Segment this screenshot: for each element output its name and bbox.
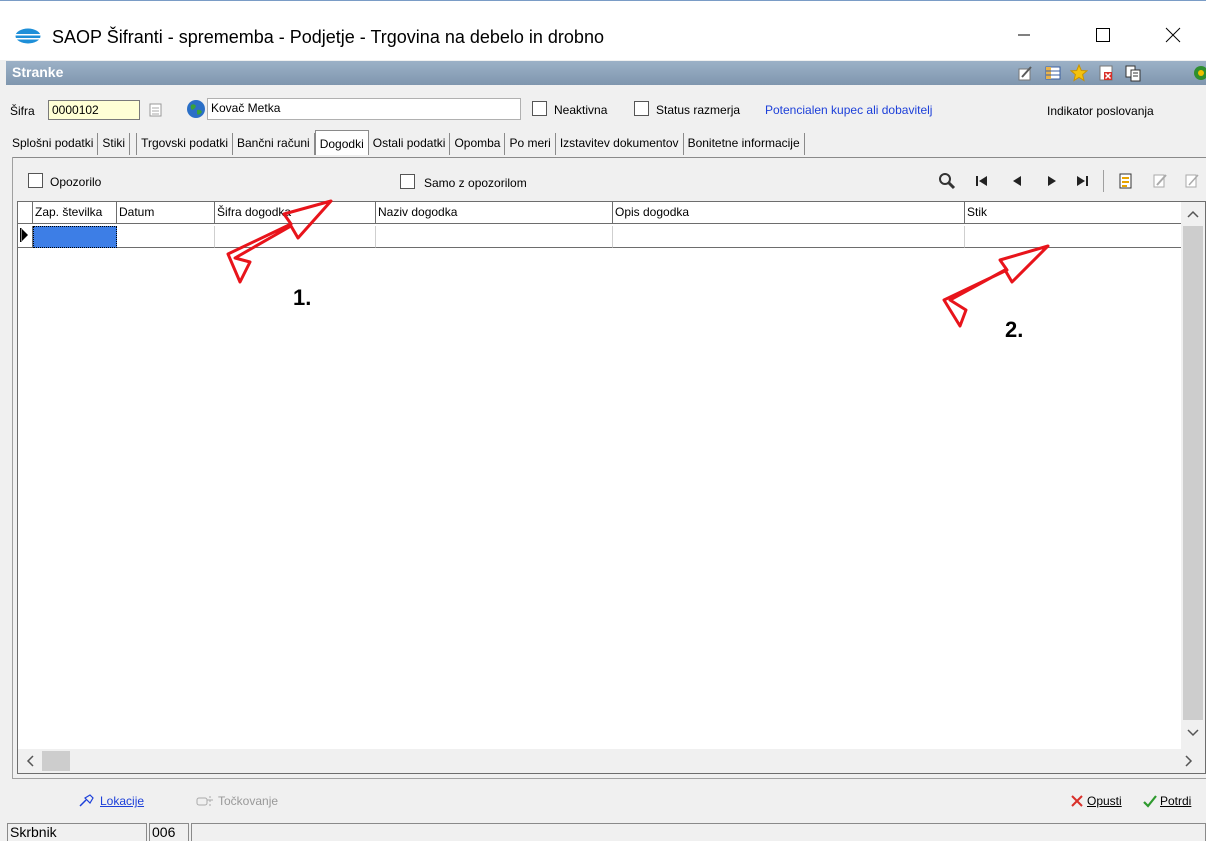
current-row-icon bbox=[20, 228, 28, 242]
indikator-poslovanja-label: Indikator poslovanja bbox=[1047, 104, 1154, 118]
opusti-button[interactable]: Opusti bbox=[1070, 794, 1122, 808]
grid-corner bbox=[18, 202, 33, 224]
section-header: Stranke bbox=[6, 61, 1206, 85]
close-button[interactable] bbox=[1150, 15, 1196, 55]
scroll-down-icon[interactable] bbox=[1187, 728, 1199, 738]
tabs-divider bbox=[12, 157, 1206, 158]
vertical-scrollbar[interactable] bbox=[1181, 202, 1205, 752]
maximize-button[interactable] bbox=[1080, 15, 1126, 55]
opozorilo-checkbox[interactable] bbox=[28, 173, 43, 188]
sifra-input[interactable]: 0000102 bbox=[48, 100, 140, 120]
tab-bonitetne-informacije[interactable]: Bonitetne informacije bbox=[684, 133, 805, 155]
tab-po-meri[interactable]: Po meri bbox=[505, 133, 556, 155]
column-header[interactable]: Opis dogodka bbox=[613, 202, 965, 224]
first-record-icon[interactable] bbox=[974, 174, 990, 188]
scroll-left-icon[interactable] bbox=[25, 755, 35, 767]
lokacije-button[interactable]: Lokacije bbox=[78, 794, 144, 808]
column-header[interactable]: Naziv dogodka bbox=[376, 202, 613, 224]
tab-ostali-podatki[interactable]: Ostali podatki bbox=[369, 133, 451, 155]
lookup-icon[interactable] bbox=[148, 102, 164, 118]
tockovanje-button[interactable]: Točkovanje bbox=[196, 794, 278, 808]
table-cell[interactable] bbox=[33, 226, 117, 248]
column-header[interactable]: Datum bbox=[117, 202, 215, 224]
status-razmerja-label: Status razmerja bbox=[656, 103, 741, 117]
table-cell[interactable] bbox=[376, 226, 613, 248]
checkmark-icon bbox=[1143, 795, 1157, 808]
samo-z-opozorilom-label: Samo z opozorilom bbox=[424, 176, 527, 190]
row-indicator[interactable] bbox=[18, 226, 33, 248]
tab-bancni-racuni[interactable]: Bančni računi bbox=[233, 133, 315, 155]
status-razmerja-checkbox[interactable] bbox=[634, 101, 649, 116]
tab-dogodki[interactable]: Dogodki bbox=[314, 130, 369, 155]
status-skrbnik-label: Skrbnik bbox=[7, 823, 147, 841]
potrdi-button[interactable]: Potrdi bbox=[1143, 794, 1191, 808]
saop-app-icon bbox=[15, 28, 41, 44]
pin-icon bbox=[79, 794, 94, 807]
pointer-hand-icon bbox=[196, 796, 213, 806]
globe-icon bbox=[187, 100, 205, 118]
opozorilo-label: Opozorilo bbox=[50, 175, 102, 189]
neaktivna-label: Neaktivna bbox=[554, 103, 608, 117]
minimize-icon bbox=[1018, 34, 1030, 36]
tockovanje-label: Točkovanje bbox=[218, 794, 279, 808]
neaktivna-checkbox[interactable] bbox=[532, 101, 547, 116]
next-record-icon[interactable] bbox=[1045, 174, 1059, 188]
annotation-arrow-1 bbox=[226, 199, 333, 284]
sifra-label: Šifra bbox=[10, 104, 35, 118]
edit-record-icon[interactable] bbox=[1152, 172, 1168, 190]
star-icon[interactable] bbox=[1070, 64, 1088, 82]
section-title: Stranke bbox=[12, 64, 64, 80]
tab-splosni-podatki[interactable]: Splošni podatki bbox=[12, 133, 99, 155]
name-input[interactable]: Kovač Metka bbox=[207, 98, 521, 120]
tab-bar: Splošni podatki Stiki Trgovski podatki B… bbox=[12, 130, 805, 157]
status-razmerja-value[interactable]: Potencialen kupec ali dobavitelj bbox=[765, 103, 932, 117]
maximize-icon bbox=[1096, 28, 1110, 42]
opusti-label: Opusti bbox=[1087, 794, 1122, 808]
horizontal-scroll-thumb[interactable] bbox=[42, 751, 70, 771]
tab-stiki[interactable]: Stiki bbox=[98, 133, 131, 155]
tab-izstavitev-dokumentov[interactable]: Izstavitev dokumentov bbox=[556, 133, 684, 155]
close-icon bbox=[1165, 27, 1181, 43]
scroll-up-icon[interactable] bbox=[1187, 209, 1199, 219]
table-cell[interactable] bbox=[613, 226, 965, 248]
copy-icon[interactable] bbox=[1124, 64, 1142, 82]
title-bar: SAOP Šifranti - sprememba - Podjetje - T… bbox=[0, 0, 1206, 60]
horizontal-scrollbar[interactable] bbox=[18, 749, 1205, 773]
search-icon[interactable] bbox=[938, 172, 956, 190]
tab-opomba[interactable]: Opomba bbox=[450, 133, 506, 155]
bottom-divider bbox=[12, 778, 1206, 779]
panel-left-border bbox=[12, 157, 13, 779]
samo-z-opozorilom-checkbox[interactable] bbox=[400, 174, 415, 189]
column-header[interactable]: Stik bbox=[965, 202, 1183, 224]
last-record-icon[interactable] bbox=[1074, 174, 1090, 188]
lokacije-label: Lokacije bbox=[100, 794, 145, 808]
exit-icon[interactable] bbox=[1192, 64, 1206, 82]
column-header[interactable]: Zap. številka bbox=[33, 202, 117, 224]
window-title: SAOP Šifranti - sprememba - Podjetje - T… bbox=[52, 27, 604, 47]
new-record-icon[interactable] bbox=[1118, 172, 1134, 190]
cancel-x-icon bbox=[1071, 795, 1083, 807]
annotation-label-2: 2. bbox=[1005, 317, 1024, 342]
annotation-arrow-2 bbox=[942, 244, 1050, 328]
scroll-right-icon[interactable] bbox=[1184, 755, 1194, 767]
potrdi-label: Potrdi bbox=[1160, 794, 1192, 808]
edit-note-icon[interactable] bbox=[1016, 64, 1034, 82]
delete-record-icon[interactable] bbox=[1097, 64, 1115, 82]
minimize-button[interactable] bbox=[1001, 15, 1047, 55]
table-cell[interactable] bbox=[117, 226, 215, 248]
table-icon[interactable] bbox=[1044, 64, 1062, 82]
status-empty bbox=[191, 823, 1206, 841]
vertical-scroll-thumb[interactable] bbox=[1183, 226, 1203, 720]
status-skrbnik-value: 006 bbox=[149, 823, 189, 841]
previous-record-icon[interactable] bbox=[1010, 174, 1024, 188]
delete-row-icon[interactable] bbox=[1184, 172, 1200, 190]
toolbar-separator bbox=[1103, 170, 1104, 192]
annotation-label-1: 1. bbox=[293, 285, 312, 310]
tab-trgovski-podatki[interactable]: Trgovski podatki bbox=[136, 133, 233, 155]
